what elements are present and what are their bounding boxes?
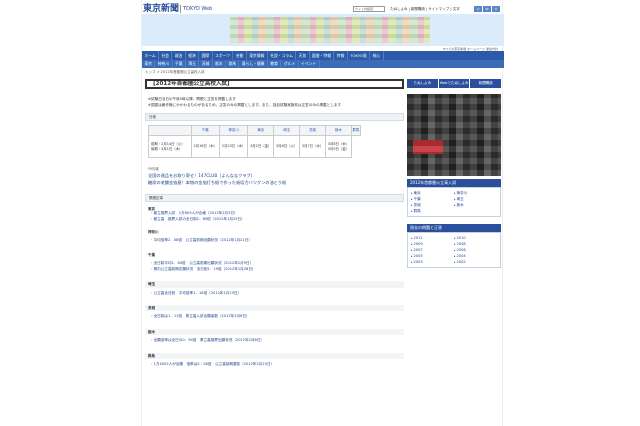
article-link[interactable]: 平均倍率2．08倍 公立高前期出願状況（2012年1月21日） [145, 238, 404, 244]
table-cell: 前期・2月14日（火） 後期・3月1日（木） [148, 135, 192, 158]
subnav-item[interactable]: グルメ [281, 60, 299, 68]
nav-item[interactable]: 特報 [334, 51, 348, 60]
font-medium-button[interactable]: 中 [483, 6, 491, 12]
subnav-item[interactable]: イベント [299, 60, 320, 68]
table-header[interactable]: 茨城 [299, 125, 326, 136]
table-cell: 3月6日（火） [273, 135, 301, 158]
font-small-button[interactable]: 小 [474, 6, 482, 12]
nav-item[interactable]: 社説・コラム [268, 51, 297, 60]
subnav-item[interactable]: 茨城 [199, 60, 213, 68]
table-header [148, 125, 192, 136]
main-nav: ホーム 社会 政治 経済 国際 スポーツ 芸能 東京情報 社説・コラム 天気 図書・特報 特報 TOKY… [142, 51, 504, 60]
banner-band [142, 14, 504, 46]
nav-item[interactable]: 図書・特報 [310, 51, 335, 60]
font-large-button[interactable]: 大 [492, 6, 500, 12]
archive-box: 過去の問題と正答 2011 2010 2009 2008 2007 2006 2… [407, 224, 501, 268]
table-cell: 2月23日（木） [218, 135, 249, 158]
nav-item[interactable]: TOKYO発 [348, 51, 371, 60]
table-header[interactable]: 東京 [247, 125, 275, 136]
region-heading: 千葉 [148, 253, 155, 257]
article-link[interactable]: 出願倍率は全日の0．94倍 県立高推薦出願状況（2012年2月8日） [145, 338, 404, 344]
schedule-table: 千葉 神奈川 東京 埼玉 茨城 栃木 群馬 前期・2月14日（火） 後期・3月1日… [148, 125, 362, 158]
schedule-section: 日程 千葉 神奈川 東京 埼玉 茨城 栃木 群馬 前期・2月14日（火） 後期・3… [145, 113, 404, 158]
nav-item[interactable]: 天気 [296, 51, 310, 60]
web-tanushiyomi-button[interactable]: Webでたぬしよみ [438, 79, 470, 88]
sidebar-buttons: たぬしよみ Webでたぬしよみ 新聞購読 [407, 79, 502, 88]
related-articles: 関連記事 東京 都立推薦入試 1万809人が合格（2012年2月3日） 都立高 … [145, 193, 404, 368]
nav-item[interactable]: 核心 [370, 51, 384, 60]
table-header[interactable]: 千葉 [190, 125, 220, 136]
sub-nav: 東京 神奈川 千葉 埼玉 茨城 栃木 群馬 暮らし・健康 教育 グルメ イベント [142, 60, 504, 68]
pr-link[interactable]: 糖尿の老舗金箔屋！本物の金箔打ち紙で作った吸収力バツグンの油とり紙 [148, 179, 404, 186]
region-heading: 埼玉 [145, 281, 404, 288]
nav-item[interactable]: 芸能 [233, 51, 247, 60]
header-links[interactable]: たぬしよみ | 新聞購読 | サイトマップ | 文字 [390, 7, 460, 11]
subnav-item[interactable]: 群馬 [226, 60, 240, 68]
subnav-item[interactable]: 暮らし・健康 [239, 60, 268, 68]
site-search-input[interactable]: サイト内検索 [353, 6, 385, 12]
exam-box-body: 東京 神奈川 千葉 埼玉 茨城 栃木 群馬 [407, 187, 501, 217]
nav-item[interactable]: 国際 [199, 51, 213, 60]
subnav-item[interactable]: 千葉 [173, 60, 186, 68]
subnav-item[interactable]: 埼玉 [186, 60, 200, 68]
pr-section: PR情報 全国の逸品をお取り寄せ！147CLUB（よんななクラブ） 糖尿の老舗金… [145, 167, 404, 186]
region-heading: 群馬 [145, 352, 404, 359]
tanushiyomi-button[interactable]: たぬしよみ [407, 79, 438, 88]
table-cell: 3月2日（金） [247, 135, 275, 158]
table-header[interactable]: 埼玉 [273, 125, 301, 136]
region-heading: 茨城 [145, 305, 404, 312]
intro-notes: ※試験日当日の午後5時以降、問題と正答を掲載します ※国語は著作権にかかわるもの… [145, 96, 404, 108]
region-heading: 栃木 [145, 328, 404, 336]
article-link[interactable]: 県内公立高前期志願状況 全日制1．19倍（2012年1月28日） [145, 267, 404, 273]
ad-banner[interactable] [230, 17, 430, 43]
archive-box-body: 2011 2010 2009 2008 2007 2006 2005 2004 … [407, 232, 501, 268]
archive-box-title: 過去の問題と正答 [407, 224, 501, 232]
schedule-heading: 日程 [145, 113, 404, 121]
font-size-buttons: 小中大 [473, 6, 500, 12]
year-link[interactable]: 2003 [411, 259, 454, 265]
table-cell: 3月7日（水） [299, 135, 326, 158]
table-header[interactable]: 群馬 [350, 125, 362, 136]
subnav-item[interactable]: 神奈川 [155, 60, 173, 68]
article-link[interactable]: 公立高全日制 平均倍率1．18倍（2012年1月13日） [145, 291, 404, 297]
nav-item[interactable]: ホーム [142, 51, 160, 60]
related-heading: 関連記事 [145, 193, 404, 202]
main-content: 【2012年首都圏公立高校入試】 ※試験日当日の午後5時以降、問題と正答を掲載し… [145, 79, 404, 368]
nav-item[interactable]: スポーツ [213, 51, 234, 60]
exam-box: 2012年首都圏公立高入試 東京 神奈川 千葉 埼玉 茨城 栃木 群馬 [407, 179, 501, 217]
article-link[interactable]: 1万4002人が出願 倍率は2・28倍 公立高前期選抜（2012年2月10日） [145, 362, 404, 368]
table-cell: 2月16日（木） [190, 135, 220, 158]
page: 東京新聞 TOKYO Web サイト内検索 たぬしよみ | 新聞購読 | サイト… [141, 0, 504, 426]
subnav-item[interactable]: 教育 [268, 60, 282, 68]
intro-line: ※国語は著作権にかかわるものがあるため、正答のみの掲載とします。また、独自試験実… [148, 103, 342, 107]
exam-box-title: 2012年首都圏公立高入試 [407, 179, 501, 187]
prefecture-link[interactable]: 栃木 [454, 202, 497, 208]
site-logo-sub[interactable]: TOKYO Web [183, 6, 212, 12]
article-link[interactable]: 全日制は1．11倍 県立高入試出願者数（2012年2月8日） [145, 314, 404, 320]
logo-divider [180, 5, 181, 13]
article-link[interactable]: 都立高 推薦入試の全日制2．89倍（2012年1月25日） [145, 217, 404, 223]
breadcrumb[interactable]: トップ > 2012年首都圏公立高校入試 [145, 70, 205, 74]
sidebar-ad[interactable] [407, 94, 501, 176]
region-heading: 神奈川 [148, 230, 159, 235]
table-header[interactable]: 栃木 [325, 125, 352, 136]
prefecture-link[interactable]: 群馬 [411, 208, 454, 214]
pr-link[interactable]: 全国の逸品をお取り寄せ！147CLUB（よんななクラブ） [148, 172, 404, 179]
nav-item[interactable]: 政治 [172, 51, 186, 60]
nav-item[interactable]: 東京情報 [247, 51, 268, 60]
table-cell: 3月8日（木） 3月9日（金） [325, 135, 352, 158]
nav-item[interactable]: 社会 [159, 51, 173, 60]
subnav-item[interactable]: 栃木 [213, 60, 227, 68]
subnav-item[interactable]: 東京 [142, 60, 156, 68]
table-header[interactable]: 神奈川 [218, 125, 249, 136]
nav-item[interactable]: 経済 [186, 51, 200, 60]
subscribe-button[interactable]: 新聞購読 [470, 79, 502, 88]
sidebar: たぬしよみ Webでたぬしよみ 新聞購読 2012年首都圏公立高入試 東京 神奈… [407, 79, 502, 268]
year-link[interactable]: 2002 [454, 259, 497, 265]
page-title: 【2012年首都圏公立高校入試】 [145, 79, 404, 89]
